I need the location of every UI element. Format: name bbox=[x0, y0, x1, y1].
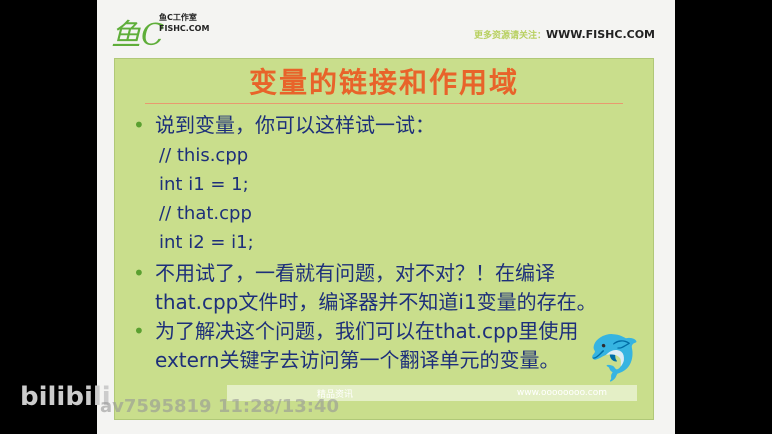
header-site: 更多资源请关注：WWW.FISHC.COM bbox=[473, 28, 655, 41]
bullet-3: • 为了解决这个问题，我们可以在that.cpp里使用 extern关键字去访问第一… bbox=[133, 319, 579, 372]
slide: 鱼C 鱼C工作室 FISHC.COM 更多资源请关注：WWW.FISHC.COM … bbox=[97, 0, 675, 434]
logo-text: 鱼C工作室 FISHC.COM bbox=[159, 13, 210, 33]
shark-icon: 🐬 bbox=[587, 333, 642, 384]
bullet-1: • 说到变量，你可以这样试一试： bbox=[133, 113, 435, 137]
title-divider bbox=[145, 103, 623, 104]
bullet-2: • 不用试了，一看就有问题，对不对？！在编译 that.cpp文件时，编译器并不知道… bbox=[133, 261, 597, 314]
code-block: // this.cpp int i1 = 1;// that.cpp int i2 … bbox=[159, 145, 254, 253]
content-panel: 变量的链接和作用域 • 说到变量，你可以这样试一试： // this.cpp int… bbox=[114, 58, 654, 420]
fishc-logo: 鱼C bbox=[111, 18, 164, 53]
slide-title: 变量的链接和作用域 bbox=[248, 66, 519, 99]
video-watermark: av7595819 11:28/13:40 bbox=[100, 396, 339, 417]
bilibili-logo: bilibili bbox=[20, 382, 111, 412]
